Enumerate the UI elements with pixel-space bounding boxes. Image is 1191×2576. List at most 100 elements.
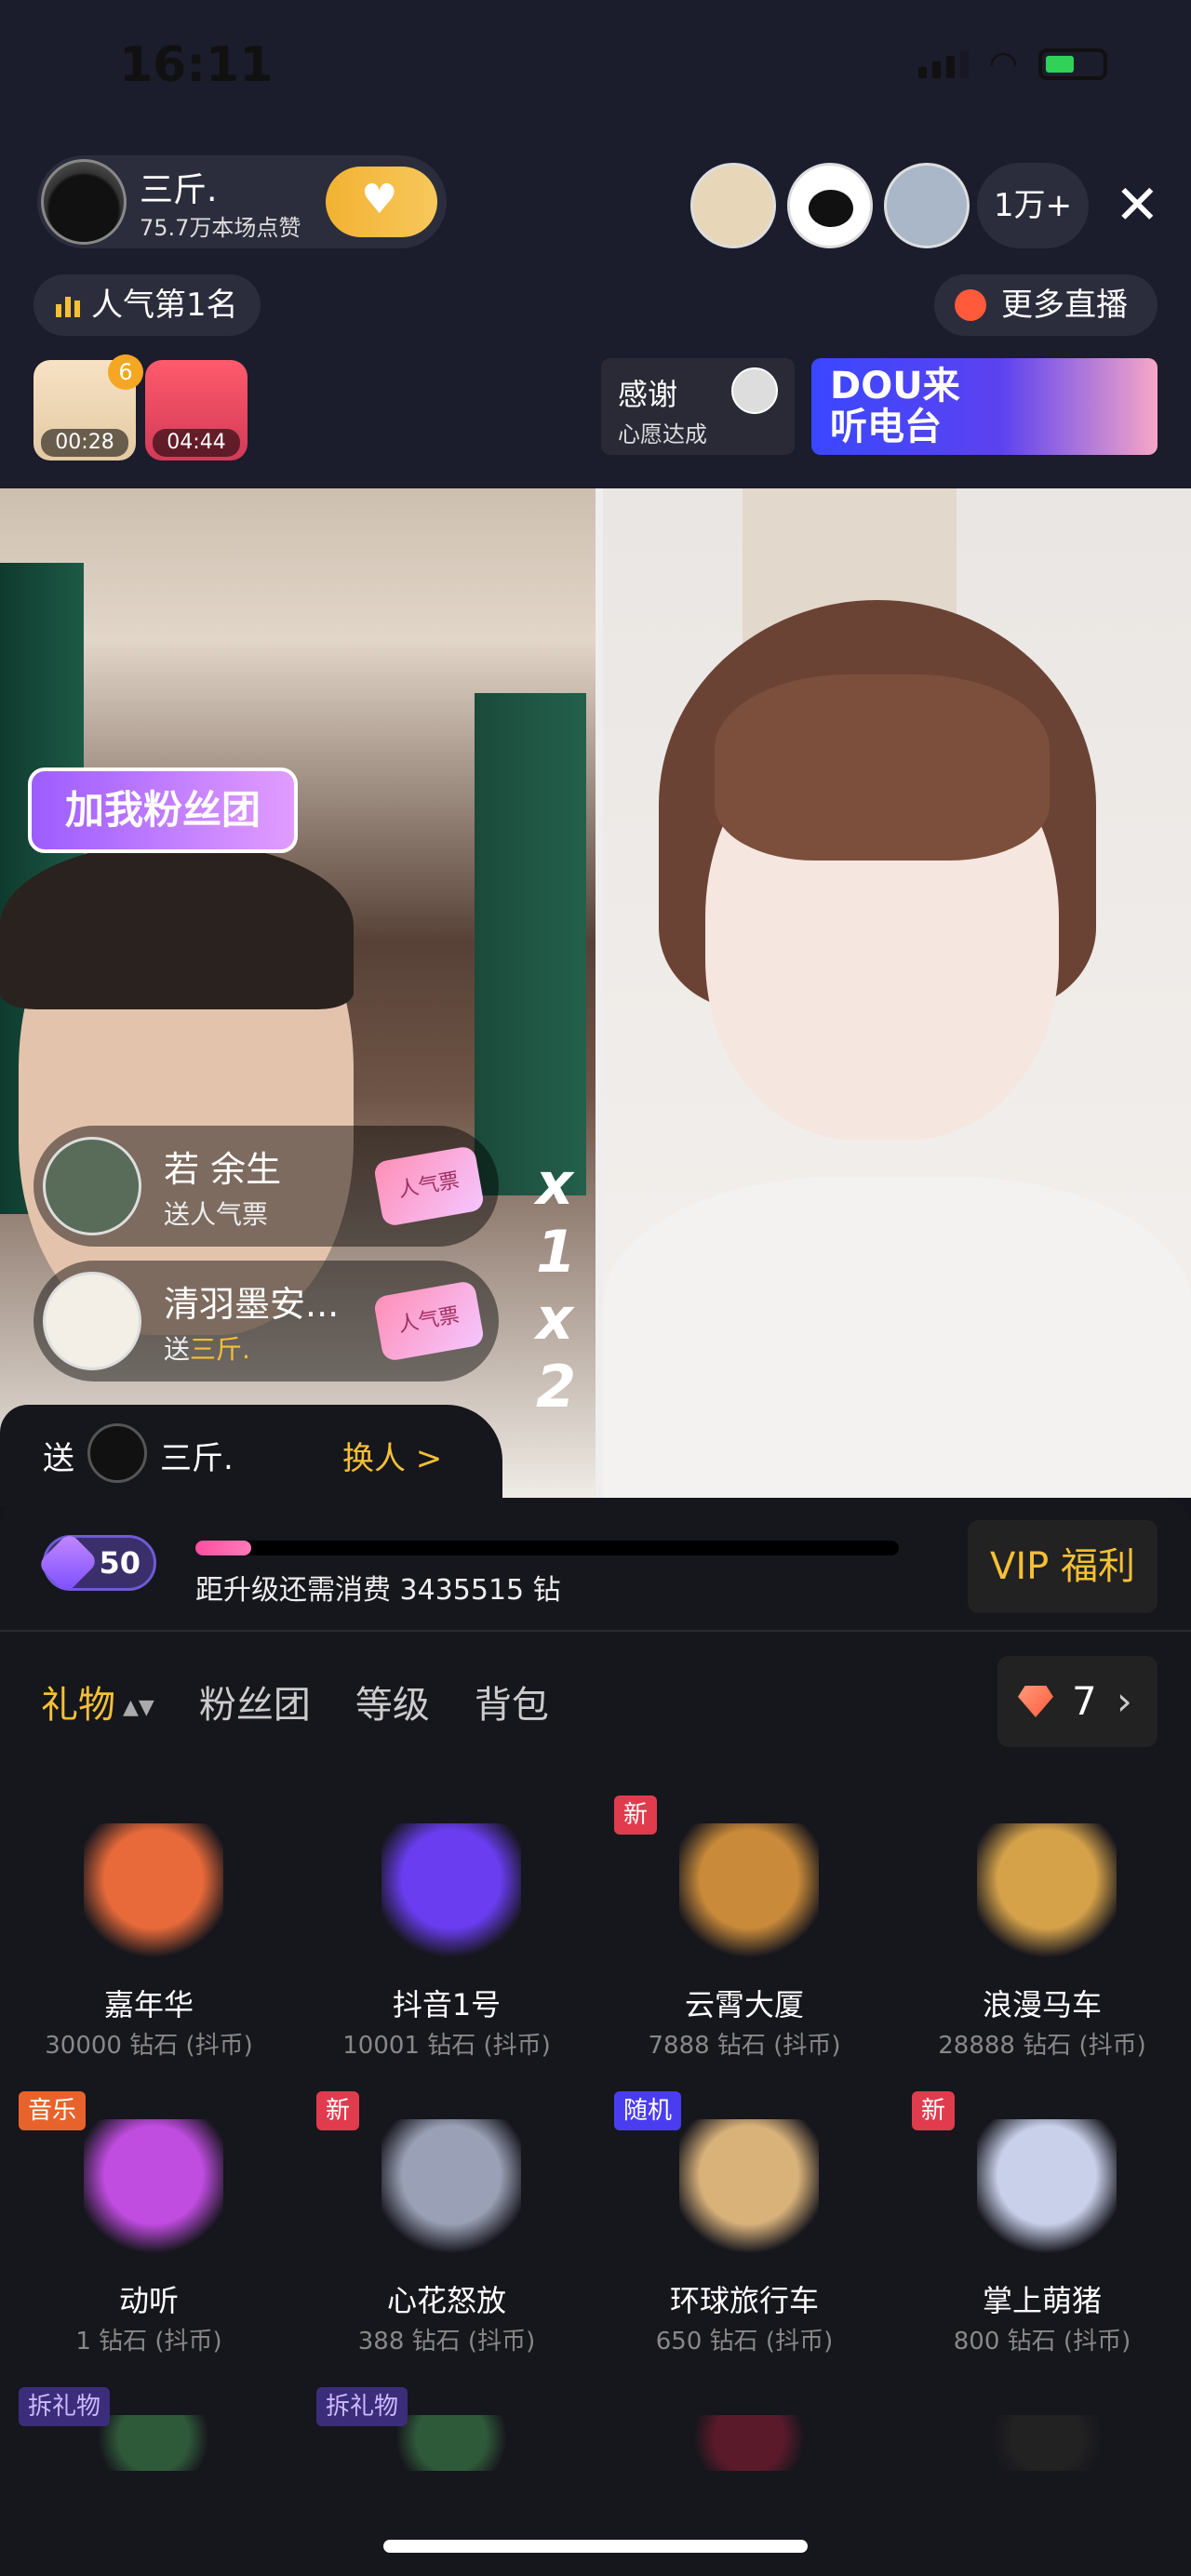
diamond-balance[interactable]: 7 › [997,1656,1158,1747]
gift-panel: 50 距升级还需消费 3435515 钻 VIP 福利 礼物 ▲▼ 粉丝团 等级 … [0,1498,1191,2576]
gift-action-prefix: 送 [164,1334,191,1365]
level-gem-icon [36,1531,100,1595]
gift-price: 800 钻石 (抖币) [953,2328,1131,2356]
gift-tag: 随机 [614,2091,682,2130]
thanks-sub: 心愿达成 [618,421,707,447]
gift-notice[interactable]: 若 余生 送人气票 人气票 x 1 [33,1126,576,1286]
more-live-button[interactable]: 更多直播 [934,274,1158,336]
gift-icon [977,1823,1117,1963]
gift-name: 浪漫马车 [982,1987,1102,2022]
wish-thanks-card[interactable]: 感谢 心愿达成 [601,358,795,455]
gift-name: 云霄大厦 [684,1987,804,2022]
gift-price: 7888 钻石 (抖币) [648,2032,841,2060]
gift-item[interactable]: 新掌上萌猪 800 钻石 (抖币) [893,2091,1191,2370]
gift-count: x 2 [536,1285,577,1421]
radio-banner[interactable]: DOU来 听电台 [811,358,1158,455]
sender-avatar [43,1137,141,1235]
viewer-avatar[interactable] [690,163,776,248]
gift-icon [84,2119,223,2259]
vip-benefits-button[interactable]: VIP 福利 [968,1520,1158,1613]
timed-gift-box[interactable]: 6 00:28 [33,354,143,460]
streamer-left-hair [0,842,354,1009]
gift-icon [679,1823,819,1963]
tab-fan-club[interactable]: 粉丝团 [199,1675,311,1728]
gift-name: 环球旅行车 [669,2283,819,2318]
level-value: 50 [99,1545,141,1581]
tab-gifts-label: 礼物 [41,1684,115,1727]
gift-price: 388 钻石 (抖币) [357,2328,536,2356]
wifi-icon: ◠ [988,45,1018,83]
gift-notice[interactable]: 清羽墨安... 送三斤. 人气票 x 2 [33,1261,576,1421]
gift-tag: 新 [316,2091,360,2130]
upgrade-text: 距升级还需消费 3435515 钻 [195,1574,561,1607]
send-label: 送 [43,1440,74,1477]
gift-tabs: 礼物 ▲▼ 粉丝团 等级 背包 [41,1675,549,1728]
gift-item[interactable]: 拆礼物 [0,2387,298,2576]
viewer-count[interactable]: 1万+ [977,163,1089,248]
sender-avatar [43,1272,141,1370]
level-badge[interactable]: 50 [36,1531,156,1595]
follow-button[interactable] [326,167,437,237]
curtain-right [475,693,586,1195]
video-divider [596,488,603,1498]
level-progress-fill [195,1541,252,1555]
gift-tag: 拆礼物 [19,2387,111,2426]
gift-timer: 00:28 [41,429,128,457]
gift-tag: 拆礼物 [316,2387,408,2426]
divider [0,1630,1191,1632]
send-to-tab[interactable]: 送 三斤. 换人 > [0,1405,502,1507]
gift-price: 1 钻石 (抖币) [75,2328,222,2356]
home-indicator[interactable] [383,2540,808,2553]
popularity-rank[interactable]: 人气第1名 [33,274,261,336]
gift-item[interactable]: 随机 环球旅行车 650 钻石 (抖币) [596,2091,893,2370]
battery-icon [1038,47,1107,80]
gift-timer: 04:44 [153,429,240,457]
viewer-avatar[interactable] [884,163,970,248]
change-recipient-button[interactable]: 换人 > [342,1433,442,1478]
gift-item[interactable] [893,2387,1191,2576]
sender-name: 若 余生 [164,1149,282,1190]
live-header: 三斤. 75.7万本场点赞 1万+ ✕ 人气第1名 更多直播 6 00:28 0… [0,135,1191,488]
lollipop-icon [955,289,986,321]
more-live-label: 更多直播 [1001,287,1128,324]
streamer-right-bangs [715,674,1050,861]
gift-item[interactable]: 新心花怒放 388 钻石 (抖币) [298,2091,596,2370]
gift-count: x 1 [536,1150,577,1286]
gift-item[interactable]: 浪漫马车 28888 钻石 (抖币) [893,1795,1191,2075]
tab-gifts[interactable]: 礼物 ▲▼ [41,1675,154,1728]
gift-item[interactable]: 嘉年华 30000 钻石 (抖币) [0,1795,298,2075]
tab-backpack[interactable]: 背包 [475,1675,549,1728]
gift-price: 10001 钻石 (抖币) [342,2032,551,2060]
gift-icon [977,2119,1117,2259]
ticket-gift-icon: 人气票 [372,1279,486,1363]
gift-item[interactable]: 新云霄大厦 7888 钻石 (抖币) [596,1795,893,2075]
gift-item[interactable]: 音乐动听 1 钻石 (抖币) [0,2091,298,2370]
thanks-avatar [731,367,778,414]
status-icons: ◠ [917,45,1107,83]
anchor-card[interactable]: 三斤. 75.7万本场点赞 [37,155,447,248]
gift-tag: 新 [614,1795,658,1835]
anchor-likes: 75.7万本场点赞 [140,215,301,241]
gift-name: 动听 [118,2283,179,2318]
gift-name: 心花怒放 [386,2283,506,2318]
gift-action-target: 三斤. [190,1334,250,1365]
anchor-name: 三斤. [140,171,218,209]
tab-level[interactable]: 等级 [355,1675,430,1728]
timed-red-packet[interactable]: 04:44 [145,360,248,460]
anchor-avatar[interactable] [41,159,127,245]
viewer-avatar[interactable] [787,163,873,248]
video-area[interactable]: 加我粉丝团 若 余生 送人气票 人气票 x 1 清羽墨安... 送三斤. 人气票… [0,488,1191,1498]
banner-text: DOU来 听电台 [830,365,960,448]
recipient-name: 三斤. [160,1440,234,1477]
sender-name: 清羽墨安... [164,1284,340,1325]
fan-club-sign[interactable]: 加我粉丝团 [28,767,298,853]
video-right[interactable] [603,488,1191,1498]
gift-price: 28888 钻石 (抖币) [938,2032,1146,2060]
gift-item[interactable]: 抖音1号 10001 钻石 (抖币) [298,1795,596,2075]
gift-icon [679,2119,819,2259]
close-icon[interactable]: ✕ [1115,172,1160,237]
gift-icon [381,1823,521,1963]
diamond-count: 7 [1072,1678,1097,1724]
gift-icon [381,2119,521,2259]
gift-tag: 音乐 [19,2091,87,2130]
